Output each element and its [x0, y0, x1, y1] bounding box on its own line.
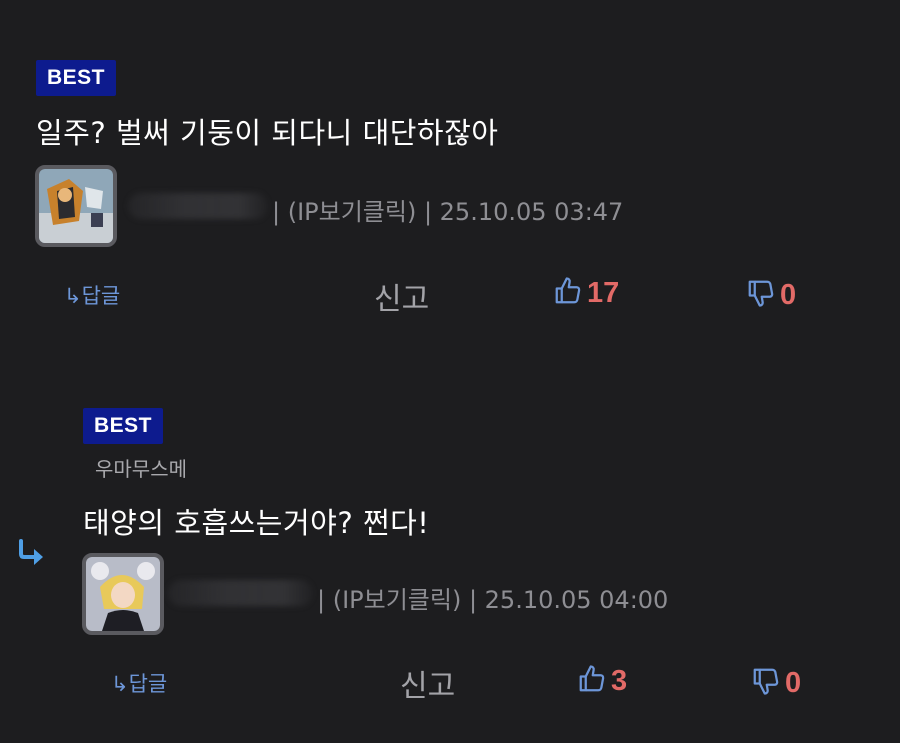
thumbs-up-icon	[577, 664, 607, 698]
comment-text: 일주? 벌써 기둥이 되다니 대단하잖아	[36, 116, 499, 150]
reply-target-name: 우마무스메	[95, 457, 187, 481]
best-badge: BEST	[83, 408, 164, 444]
nickname-redacted	[128, 193, 268, 219]
reply-button[interactable]: ↳답글	[111, 668, 167, 698]
thumbs-down-icon	[751, 666, 781, 700]
downvote-count: 0	[785, 666, 802, 699]
upvote-count: 3	[611, 664, 628, 697]
report-button[interactable]: 신고	[374, 274, 429, 318]
reply-button[interactable]: ↳답글	[64, 280, 120, 310]
comment-meta[interactable]: | (IP보기클릭) | 25.10.05 04:00	[317, 580, 668, 615]
comment-meta[interactable]: | (IP보기클릭) | 25.10.05 03:47	[272, 192, 623, 227]
downvote-count: 0	[780, 278, 797, 311]
thumbs-up-icon	[553, 276, 583, 310]
avatar[interactable]	[82, 553, 164, 635]
reply-indent-arrow-icon	[16, 538, 48, 572]
upvote-button[interactable]: 3	[577, 664, 627, 698]
comment-text: 태양의 호흡쓰는거야? 쩐다!	[83, 506, 430, 540]
avatar[interactable]	[35, 165, 117, 247]
upvote-count: 17	[587, 276, 620, 309]
report-button[interactable]: 신고	[400, 661, 455, 705]
nickname-redacted	[168, 580, 313, 606]
thumbs-down-icon	[746, 278, 776, 312]
downvote-button[interactable]: 0	[751, 666, 801, 700]
upvote-button[interactable]: 17	[553, 276, 619, 310]
downvote-button[interactable]: 0	[746, 278, 796, 312]
best-badge: BEST	[36, 60, 117, 96]
